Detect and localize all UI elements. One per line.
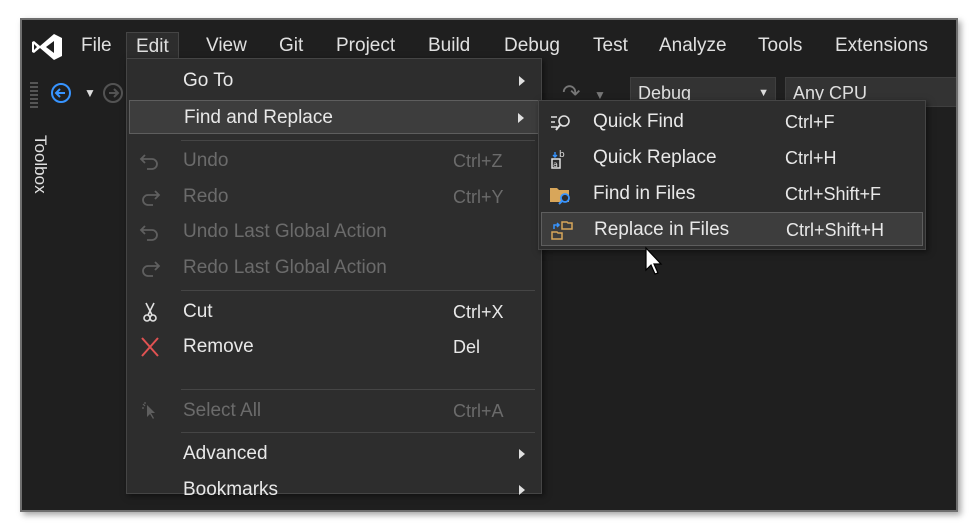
menu-item-label: Undo — [183, 150, 229, 171]
menu-file[interactable]: File — [72, 32, 121, 60]
menu-item-label: Cut — [183, 301, 213, 322]
menu-item-undo-last-global-action[interactable]: Undo Last Global Action — [129, 215, 539, 249]
submenu-item-shortcut: Ctrl+H — [785, 148, 837, 168]
menu-item-advanced[interactable]: Advanced — [129, 437, 539, 471]
select-all-icon — [142, 402, 155, 419]
find-and-replace-submenu: Quick Find Ctrl+F b a Quick Replace Ctrl… — [538, 100, 926, 250]
menu-item-bookmarks[interactable]: Bookmarks — [129, 473, 539, 507]
submenu-item-quick-find[interactable]: Quick Find Ctrl+F — [541, 105, 923, 139]
undo-icon — [139, 154, 158, 170]
menu-item-label: Go To — [183, 70, 234, 91]
visual-studio-logo-icon[interactable] — [30, 32, 64, 62]
menu-build[interactable]: Build — [419, 32, 479, 60]
undo-global-icon — [139, 225, 158, 241]
submenu-item-quick-replace[interactable]: b a Quick Replace Ctrl+H — [541, 141, 923, 175]
menu-item-shortcut: Ctrl+A — [453, 401, 504, 421]
navigate-forward-icon[interactable] — [102, 82, 124, 104]
submenu-arrow-icon — [519, 485, 525, 495]
svg-text:a: a — [553, 160, 558, 169]
submenu-item-shortcut: Ctrl+Shift+F — [785, 184, 882, 204]
redo-global-icon — [142, 261, 161, 277]
redo-icon — [142, 190, 161, 206]
menu-item-find-and-replace[interactable]: Find and Replace — [129, 100, 539, 134]
menu-separator — [181, 140, 535, 141]
menu-separator — [181, 389, 535, 390]
submenu-arrow-icon — [519, 449, 525, 459]
navigate-back-icon[interactable] — [50, 82, 72, 104]
menu-item-label: Redo — [183, 186, 229, 207]
menu-tools[interactable]: Tools — [749, 32, 811, 60]
menu-item-shortcut: Ctrl+X — [453, 302, 504, 322]
quick-find-icon — [551, 115, 570, 131]
toolbox-tab[interactable]: Toolbox — [22, 135, 50, 194]
replace-in-files-icon — [551, 221, 573, 240]
submenu-item-replace-in-files[interactable]: Replace in Files Ctrl+Shift+H — [541, 212, 923, 246]
menu-analyze[interactable]: Analyze — [650, 32, 736, 60]
submenu-item-find-in-files[interactable]: Find in Files Ctrl+Shift+F — [541, 177, 923, 211]
menu-git[interactable]: Git — [270, 32, 312, 60]
menu-separator — [181, 290, 535, 291]
submenu-arrow-icon — [519, 76, 525, 86]
menu-extensions[interactable]: Extensions — [826, 32, 937, 60]
menu-item-shortcut: Del — [453, 337, 481, 357]
remove-x-icon — [141, 337, 159, 357]
submenu-item-label: Find in Files — [593, 183, 696, 204]
menu-item-label: Bookmarks — [183, 479, 279, 500]
submenu-item-label: Quick Replace — [593, 147, 717, 168]
edit-menu-dropdown: Go To Find and Replace Undo Ctrl+Z Redo … — [126, 58, 542, 500]
menu-item-label: Select All — [183, 400, 262, 421]
menu-item-label: Remove — [183, 336, 254, 357]
vs-window: File Edit View Git Project Build Debug T… — [20, 18, 958, 512]
submenu-item-label: Quick Find — [593, 111, 684, 132]
toolbar-grip[interactable] — [30, 82, 38, 108]
submenu-item-shortcut: Ctrl+F — [785, 112, 835, 132]
menu-item-redo[interactable]: Redo Ctrl+Y — [129, 180, 539, 214]
menu-item-shortcut: Ctrl+Y — [453, 187, 504, 207]
navigate-back-dropdown-icon[interactable]: ▼ — [84, 86, 96, 100]
menu-item-label: Undo Last Global Action — [183, 221, 387, 242]
menu-item-cut[interactable]: Cut Ctrl+X — [129, 295, 539, 329]
scissors-icon — [143, 302, 157, 322]
menu-item-remove[interactable]: Remove Del — [129, 330, 539, 364]
menu-project[interactable]: Project — [327, 32, 404, 60]
mouse-pointer-icon — [645, 246, 663, 275]
submenu-item-shortcut: Ctrl+Shift+H — [786, 220, 885, 240]
menu-item-label: Advanced — [183, 443, 268, 464]
submenu-item-label: Replace in Files — [594, 219, 730, 240]
menu-item-shortcut: Ctrl+Z — [453, 151, 503, 171]
menu-item-label: Find and Replace — [184, 107, 333, 128]
menu-item-select-all[interactable]: Select All Ctrl+A — [129, 394, 539, 428]
menu-item-redo-last-global-action[interactable]: Redo Last Global Action — [129, 251, 539, 285]
menu-debug[interactable]: Debug — [495, 32, 569, 60]
find-in-files-icon — [550, 188, 570, 205]
menu-view[interactable]: View — [197, 32, 256, 60]
quick-replace-icon: b a — [551, 150, 565, 169]
menu-separator — [181, 432, 535, 433]
menu-test[interactable]: Test — [584, 32, 637, 60]
menu-item-undo[interactable]: Undo Ctrl+Z — [129, 144, 539, 178]
submenu-arrow-icon — [518, 113, 524, 123]
menu-item-label: Redo Last Global Action — [183, 257, 387, 278]
menu-item-go-to[interactable]: Go To — [129, 64, 539, 98]
